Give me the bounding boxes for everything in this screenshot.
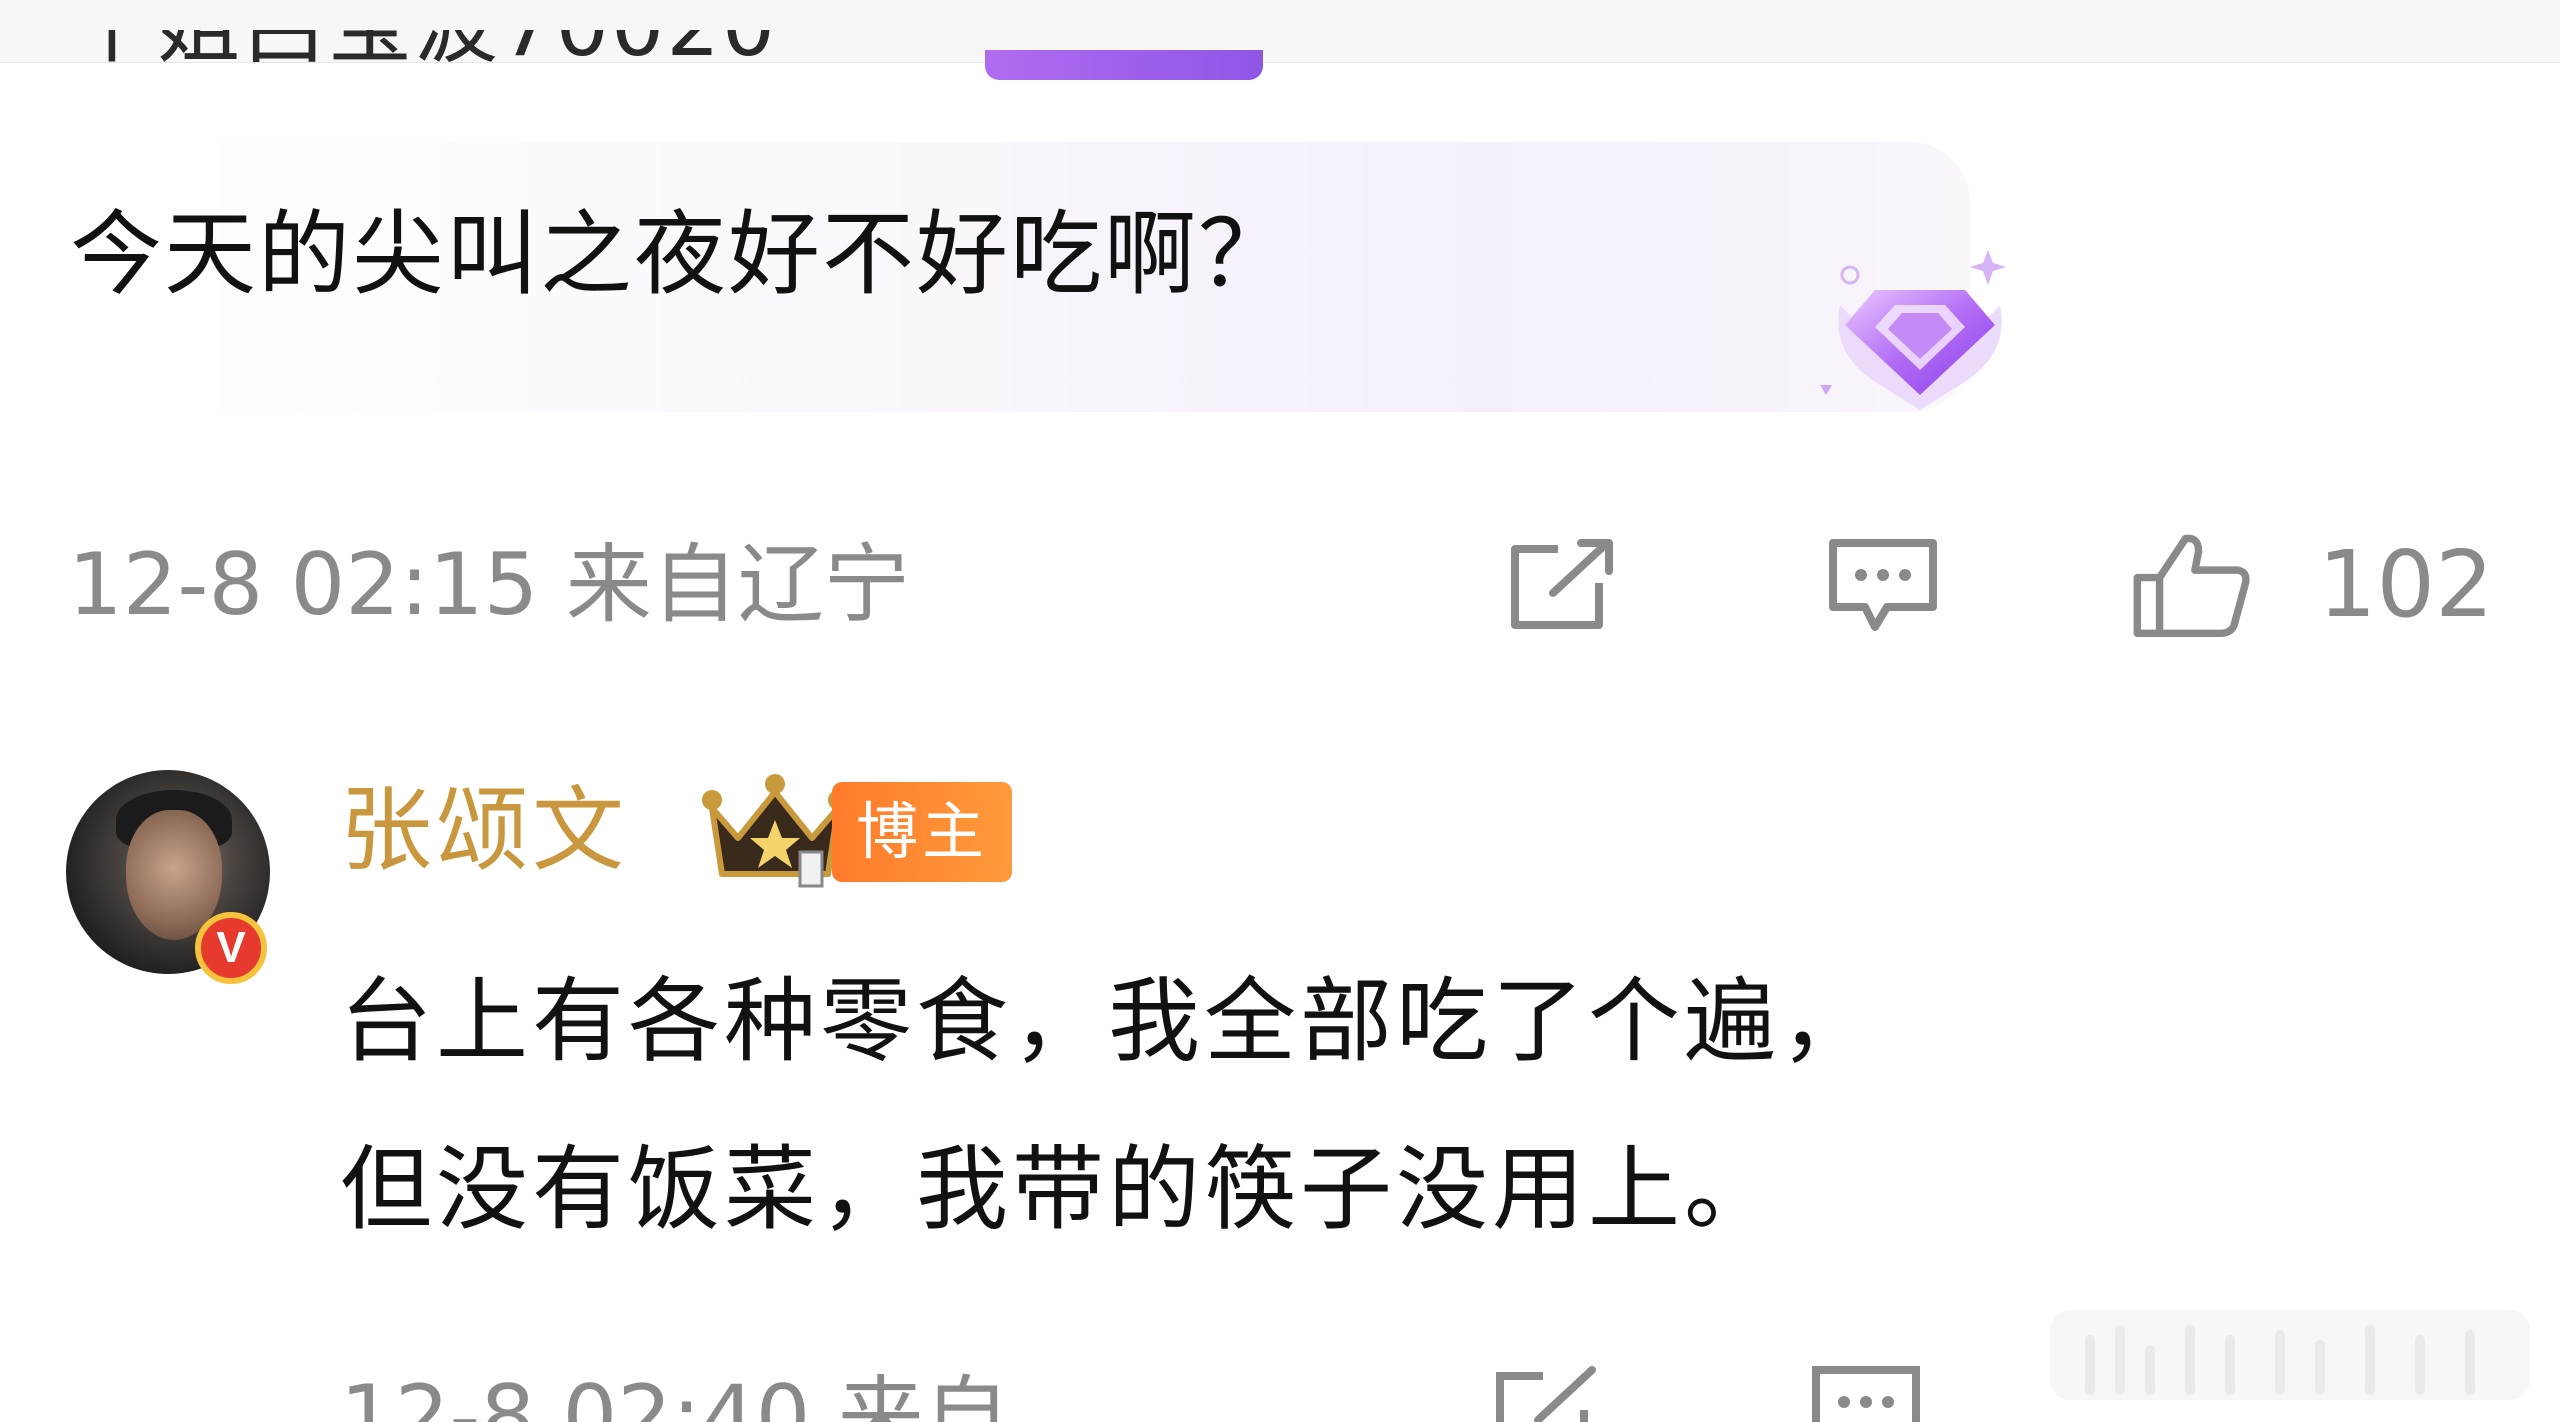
- member-badge: [985, 50, 1263, 80]
- previous-comment-header: 个姐吕宝波70020: [70, 30, 777, 86]
- reply-text: 台上有各种零食，我全部吃了个遍， 但没有饭菜，我带的筷子没用上。: [340, 938, 1876, 1274]
- thumbs-up-icon: [2133, 534, 2250, 637]
- comment-time-location: 12-8 02:15 来自辽宁: [68, 535, 910, 635]
- reply-text-line: 但没有饭菜，我带的筷子没用上。: [340, 1136, 1781, 1243]
- comment-icon[interactable]: [1806, 1362, 1926, 1422]
- reply-text-line: 台上有各种零食，我全部吃了个遍，: [340, 968, 1877, 1075]
- blogger-tag: 博主: [832, 782, 1012, 882]
- verified-icon: V: [195, 912, 267, 984]
- watermark-logo: [2050, 1310, 2530, 1400]
- previous-comment-author[interactable]: 个姐吕宝波70020: [70, 30, 777, 68]
- share-icon[interactable]: [1488, 1362, 1608, 1422]
- reply-author-name[interactable]: 张颂文: [340, 776, 628, 886]
- diamond-icon: [1820, 250, 2006, 410]
- share-button[interactable]: [1498, 530, 1628, 640]
- comment-button[interactable]: [1818, 530, 1948, 640]
- comment-text: 今天的尖叫之夜好不好吃啊？: [70, 201, 1293, 308]
- comment-meta-row: 12-8 02:15 来自辽宁 102: [68, 530, 2508, 640]
- like-button[interactable]: [2128, 530, 2258, 640]
- like-count: 102: [2318, 531, 2494, 638]
- reply-time-location: 12-8 02:40 来自...: [340, 1367, 1092, 1422]
- comment-icon: [1829, 539, 1937, 631]
- crown-icon: [702, 774, 848, 888]
- share-icon: [1511, 539, 1613, 629]
